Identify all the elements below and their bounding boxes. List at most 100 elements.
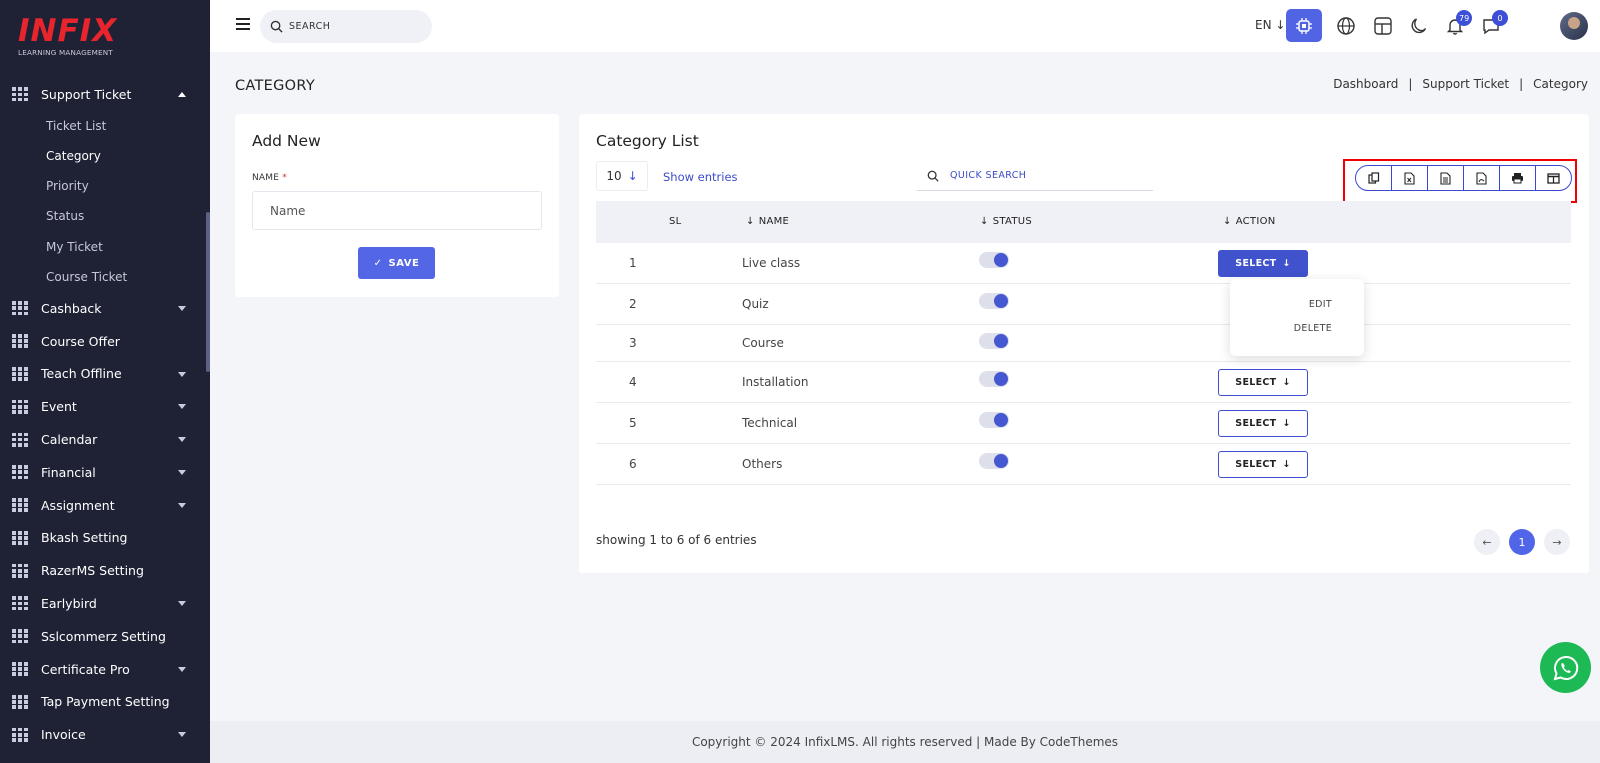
globe-icon[interactable]	[1336, 16, 1356, 36]
status-toggle[interactable]	[979, 293, 1009, 309]
grid-icon	[12, 87, 28, 102]
row-sl: 5	[629, 416, 637, 430]
sidebar-item-invoice[interactable]: Invoice	[0, 718, 206, 751]
arrow-down-icon: ↓	[1275, 18, 1286, 32]
pdf-button[interactable]	[1464, 166, 1500, 190]
sidebar-item-calendar[interactable]: Calendar	[0, 423, 206, 456]
breadcrumb-dashboard[interactable]: Dashboard	[1333, 77, 1398, 91]
column-header-action[interactable]: ↓ ACTION	[1223, 216, 1276, 227]
logo[interactable]: INFIX LEARNING MANAGEMENT	[18, 14, 117, 57]
grid-icon	[12, 662, 28, 677]
sidebar-item-label: Financial	[41, 464, 96, 480]
arrow-down-icon: ↓	[1223, 216, 1232, 227]
page-button-1[interactable]: 1	[1509, 529, 1535, 555]
grid-icon	[12, 399, 28, 414]
arrow-down-icon: ↓	[746, 216, 755, 227]
breadcrumb-separator: |	[1408, 77, 1413, 91]
save-button[interactable]: ✓ SAVE	[358, 247, 435, 279]
sidebar-item-earlybird[interactable]: Earlybird	[0, 587, 206, 620]
sidebar-item-sslcommerz-setting[interactable]: Sslcommerz Setting	[0, 620, 206, 653]
sidebar-item-tap-payment-setting[interactable]: Tap Payment Setting	[0, 685, 206, 718]
sidebar-subitem-course-ticket[interactable]: Course Ticket	[0, 262, 206, 292]
hamburger-menu-icon[interactable]	[236, 18, 250, 30]
sidebar-subitem-ticket-list[interactable]: Ticket List	[0, 111, 206, 141]
column-label: STATUS	[992, 216, 1033, 227]
select-label: SELECT	[1235, 418, 1277, 429]
sidebar-item-label: Event	[41, 399, 77, 415]
sidebar-item-label: Earlybird	[41, 595, 97, 611]
delete-menu-item[interactable]: DELETE	[1294, 323, 1332, 334]
sidebar-menu: Support Ticket Ticket List Category Prio…	[0, 78, 206, 751]
sidebar-item-cashback[interactable]: Cashback	[0, 292, 206, 325]
columns-button[interactable]	[1536, 166, 1571, 190]
sidebar-item-label: Invoice	[41, 727, 86, 743]
name-input[interactable]	[252, 191, 542, 230]
topbar: EN ↓ 79 0	[210, 0, 1600, 52]
select-button[interactable]: SELECT ↓	[1218, 369, 1308, 396]
edit-menu-item[interactable]: EDIT	[1309, 299, 1332, 310]
caret-down-icon	[178, 404, 186, 410]
quick-search-box[interactable]: QUICK SEARCH	[917, 161, 1153, 191]
status-toggle[interactable]	[979, 412, 1009, 428]
caret-up-icon	[178, 92, 186, 97]
select-button[interactable]: SELECT ↓	[1218, 410, 1308, 437]
breadcrumb-category[interactable]: Category	[1533, 77, 1588, 91]
entries-select[interactable]: 10 ↓	[596, 161, 648, 191]
breadcrumb-support-ticket[interactable]: Support Ticket	[1422, 77, 1509, 91]
whatsapp-button[interactable]	[1540, 642, 1591, 693]
column-header-sl[interactable]: SL	[669, 216, 682, 227]
name-label-text: NAME	[252, 173, 280, 183]
search-box[interactable]	[260, 10, 432, 43]
row-name: Live class	[742, 256, 801, 270]
csv-button[interactable]	[1428, 166, 1464, 190]
row-sl: 6	[629, 457, 637, 471]
sidebar-subitem-my-ticket[interactable]: My Ticket	[0, 232, 206, 262]
sidebar-subitem-priority[interactable]: Priority	[0, 171, 206, 201]
moon-icon[interactable]	[1409, 16, 1429, 36]
sidebar-item-teach-offline[interactable]: Teach Offline	[0, 358, 206, 391]
notification-badge: 79	[1456, 10, 1473, 26]
prev-page-button[interactable]: ←	[1474, 529, 1500, 555]
status-toggle[interactable]	[979, 371, 1009, 387]
column-header-status[interactable]: ↓ STATUS	[980, 216, 1032, 227]
sidebar-item-certificate-pro[interactable]: Certificate Pro	[0, 653, 206, 686]
status-toggle[interactable]	[979, 453, 1009, 469]
sidebar-item-assignment[interactable]: Assignment	[0, 489, 206, 522]
arrow-down-icon: ↓	[1282, 377, 1291, 388]
copy-button[interactable]	[1356, 166, 1392, 190]
sidebar-item-event[interactable]: Event	[0, 390, 206, 423]
sidebar: INFIX LEARNING MANAGEMENT Support Ticket…	[0, 0, 210, 763]
table-row: 1 Live class SELECT ↓	[596, 243, 1571, 284]
sidebar-item-bkash-setting[interactable]: Bkash Setting	[0, 522, 206, 555]
select-button[interactable]: SELECT ↓	[1218, 451, 1308, 478]
next-page-button[interactable]: →	[1544, 529, 1570, 555]
avatar[interactable]	[1560, 12, 1588, 40]
sidebar-item-financial[interactable]: Financial	[0, 456, 206, 489]
status-toggle[interactable]	[979, 333, 1009, 349]
sidebar-item-razerms-setting[interactable]: RazerMS Setting	[0, 554, 206, 587]
status-toggle[interactable]	[979, 252, 1009, 268]
caret-down-icon	[178, 305, 186, 311]
sidebar-item-label: Assignment	[41, 497, 115, 513]
grid-icon	[12, 563, 28, 578]
cpu-icon	[1296, 17, 1312, 34]
print-button[interactable]	[1500, 166, 1536, 190]
page-title: CATEGORY	[235, 78, 315, 94]
sidebar-scrollbar[interactable]	[206, 212, 210, 372]
arrow-down-icon: ↓	[1282, 459, 1291, 470]
sidebar-item-course-offer[interactable]: Course Offer	[0, 325, 206, 358]
sidebar-subitem-category[interactable]: Category	[0, 141, 206, 171]
caret-down-icon	[178, 469, 186, 475]
sidebar-item-label: Tap Payment Setting	[41, 694, 170, 710]
cpu-button[interactable]	[1286, 9, 1322, 42]
arrow-right-icon: →	[1552, 535, 1562, 549]
print-icon	[1512, 173, 1523, 184]
column-header-name[interactable]: ↓ NAME	[746, 216, 789, 227]
language-select[interactable]: EN ↓	[1255, 18, 1285, 32]
layout-icon[interactable]	[1373, 16, 1393, 36]
sidebar-item-support-ticket[interactable]: Support Ticket	[0, 78, 206, 111]
excel-button[interactable]	[1392, 166, 1428, 190]
search-input[interactable]	[289, 21, 419, 32]
select-button[interactable]: SELECT ↓	[1218, 250, 1308, 277]
sidebar-subitem-status[interactable]: Status	[0, 201, 206, 231]
